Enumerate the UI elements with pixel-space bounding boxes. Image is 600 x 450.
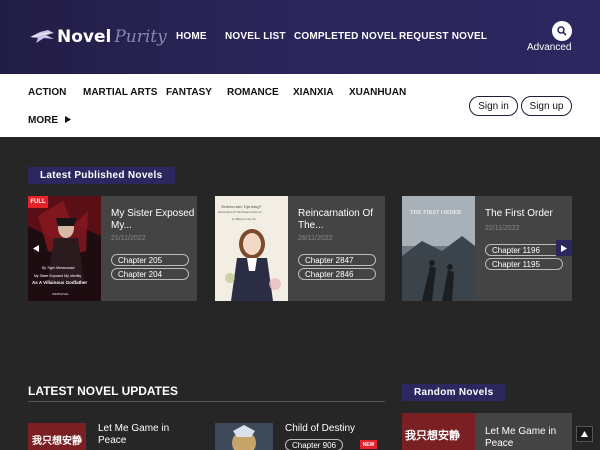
caret-right-icon [64, 116, 71, 123]
novel-title[interactable]: Reincarnation Of The... [298, 208, 386, 232]
search-icon [557, 26, 567, 36]
novel-title[interactable]: Let Me Game in Peace [98, 423, 188, 447]
full-badge: FULL [28, 196, 48, 208]
site-logo[interactable]: Novel Purity [28, 22, 167, 52]
chapter-chip[interactable]: Chapter 1195 [485, 258, 563, 270]
sign-up-button[interactable]: Sign up [521, 96, 572, 116]
novel-card[interactable]: By Tiger Mohammad My Sister Exposed My I… [28, 196, 197, 301]
category-xianxia[interactable]: XIANXIA [293, 87, 334, 98]
cover-title-text: 我只想安静 [405, 429, 460, 442]
cover-title-text: 我只想安静 [32, 436, 82, 447]
cover-publisher-text: WEBNOVEL [52, 292, 70, 296]
cover-title-text: As A Villainous Godfather [32, 280, 88, 285]
category-bar: ACTION MARTIAL ARTS FANTASY ROMANCE XIAN… [0, 74, 600, 137]
category-fantasy[interactable]: FANTASY [166, 87, 212, 98]
cover-title-text: Aristocratic Uprising! [221, 204, 262, 209]
cover-subtitle-text: My Sister Exposed My Identity [34, 274, 82, 278]
nav-completed-novel[interactable]: COMPLETED NOVEL [294, 31, 397, 42]
novel-title[interactable]: My Sister Exposed My... [111, 208, 199, 232]
category-romance[interactable]: ROMANCE [227, 87, 279, 98]
more-label: MORE [28, 115, 58, 126]
novel-cover[interactable]: Aristocratic Uprising! Reincarnation Of … [215, 196, 288, 301]
novel-date: 26/11/2022 [298, 235, 333, 242]
carousel-next-button[interactable] [556, 240, 572, 256]
category-more[interactable]: MORE [28, 115, 71, 126]
sign-in-button[interactable]: Sign in [469, 96, 518, 116]
bird-logo-icon [30, 30, 54, 43]
chevron-right-icon [561, 244, 567, 252]
novel-cover[interactable] [215, 423, 273, 450]
novel-title[interactable]: Child of Destiny [285, 423, 355, 435]
new-badge: NEW [360, 440, 377, 449]
search-button[interactable] [552, 21, 572, 41]
novel-card[interactable]: THE FIRST ORDER The First Order 22/11/20… [402, 196, 572, 301]
latest-published-heading: Latest Published Novels [28, 167, 175, 184]
nav-novel-list[interactable]: NOVEL LIST [225, 31, 286, 42]
novel-date: 21/11/2022 [111, 235, 146, 242]
novel-title[interactable]: The First Order [485, 208, 573, 220]
cover-author-text: by Haiyan Lotus Yu [232, 217, 256, 221]
advanced-search-link[interactable]: Advanced [527, 42, 571, 53]
random-novels-heading: Random Novels [402, 384, 506, 401]
cover-author-text: By Tiger Mohammad [42, 266, 75, 270]
category-xuanhuan[interactable]: XUANHUAN [349, 87, 406, 98]
novel-title[interactable]: Let Me Game in Peace [485, 426, 565, 450]
random-novel-card[interactable]: 我只想安静 Let Me Game in Peace [402, 413, 572, 450]
section-divider [28, 401, 385, 402]
site-header: Novel Purity HOME NOVEL LIST COMPLETED N… [0, 0, 600, 74]
chapter-chip[interactable]: Chapter 2847 [298, 254, 376, 266]
category-martial-arts[interactable]: MARTIAL ARTS [83, 87, 157, 98]
chevron-up-icon [581, 431, 588, 437]
latest-updates-heading: LATEST NOVEL UPDATES [28, 384, 179, 398]
chevron-left-icon [33, 244, 39, 252]
nav-request-novel[interactable]: REQUEST NOVEL [399, 31, 487, 42]
chapter-chip[interactable]: Chapter 2846 [298, 268, 376, 280]
chapter-chip[interactable]: Chapter 906 [285, 439, 344, 450]
cover-title-text: THE FIRST ORDER [410, 210, 462, 216]
nav-home[interactable]: HOME [176, 31, 207, 42]
chapter-chip[interactable]: Chapter 204 [111, 268, 189, 280]
cover-subtitle-text: Reincarnation Of The Weakest Noble Girl [218, 211, 262, 214]
category-action[interactable]: ACTION [28, 87, 66, 98]
novel-cover[interactable]: 我只想安静 [402, 413, 475, 450]
carousel-prev-button[interactable] [28, 240, 44, 256]
novel-date: 22/11/2022 [485, 225, 520, 232]
novel-cover[interactable]: 我只想安静 [28, 423, 86, 450]
cover-art-image [215, 423, 273, 450]
novel-card[interactable]: Aristocratic Uprising! Reincarnation Of … [215, 196, 385, 301]
chapter-chip[interactable]: Chapter 205 [111, 254, 189, 266]
logo-word-novel: Novel [57, 27, 112, 47]
novel-cover[interactable]: THE FIRST ORDER [402, 196, 475, 301]
logo-word-purity: Purity [114, 27, 167, 47]
back-to-top-button[interactable] [576, 426, 593, 442]
chapter-chip[interactable]: Chapter 1196 [485, 244, 563, 256]
